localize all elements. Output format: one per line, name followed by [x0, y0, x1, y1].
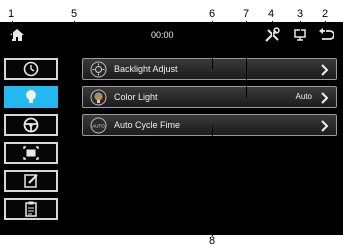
sidebar-edit-button[interactable] [4, 170, 58, 192]
auto-badge-text: AUTO [92, 124, 105, 129]
clock-time: 00:00 [151, 30, 174, 40]
callout-tick-5 [58, 98, 75, 99]
callout-6: 6 [209, 8, 216, 20]
steering-wheel-icon [23, 117, 39, 133]
callout-line-1 [12, 21, 13, 39]
backlight-icon [90, 61, 107, 83]
menu-item-color-light[interactable]: Color Light Auto [82, 86, 337, 108]
clipboard-icon [25, 201, 37, 217]
auto-cycle-icon: AUTO [90, 117, 107, 139]
sidebar-light-button[interactable] [4, 86, 58, 108]
display-icon [23, 146, 39, 160]
clock-icon [23, 61, 39, 77]
callout-line-4 [272, 21, 273, 36]
auto-cycle-label: Auto Cycle Fime [114, 120, 181, 130]
device-screen: 00:00 Backlight Adjust Color Light Auto … [0, 22, 343, 235]
back-icon[interactable] [318, 28, 335, 47]
callout-line-6 [212, 21, 213, 69]
menu-item-auto-cycle[interactable]: AUTO Auto Cycle Fime [82, 114, 337, 136]
callout-4: 4 [268, 8, 275, 20]
callout-1: 1 [8, 8, 15, 20]
chevron-right-icon [320, 119, 330, 137]
callout-8: 8 [209, 235, 216, 247]
edit-icon [24, 174, 38, 188]
sidebar-clock-button[interactable] [4, 58, 58, 80]
callout-3: 3 [297, 8, 304, 20]
callout-5: 5 [71, 8, 78, 20]
lightbulb-icon [26, 90, 36, 103]
color-light-label: Color Light [114, 92, 158, 102]
callout-2: 2 [322, 8, 329, 20]
callout-line-3 [300, 21, 301, 36]
backlight-adjust-label: Backlight Adjust [114, 64, 178, 74]
chevron-right-icon [320, 63, 330, 81]
callout-7: 7 [243, 8, 250, 20]
color-light-value: Auto [295, 92, 312, 101]
sidebar-steering-button[interactable] [4, 114, 58, 136]
sidebar-clipboard-button[interactable] [4, 198, 58, 220]
callout-line-7 [246, 21, 247, 98]
chevron-right-icon [320, 91, 330, 109]
callout-line-2 [325, 21, 326, 36]
callout-line-8 [212, 126, 213, 236]
callout-line-5 [74, 21, 75, 99]
sidebar-display-button[interactable] [4, 142, 58, 164]
top-bar: 00:00 [0, 22, 343, 48]
color-light-icon [90, 89, 107, 111]
menu-item-backlight-adjust[interactable]: Backlight Adjust [82, 58, 337, 80]
